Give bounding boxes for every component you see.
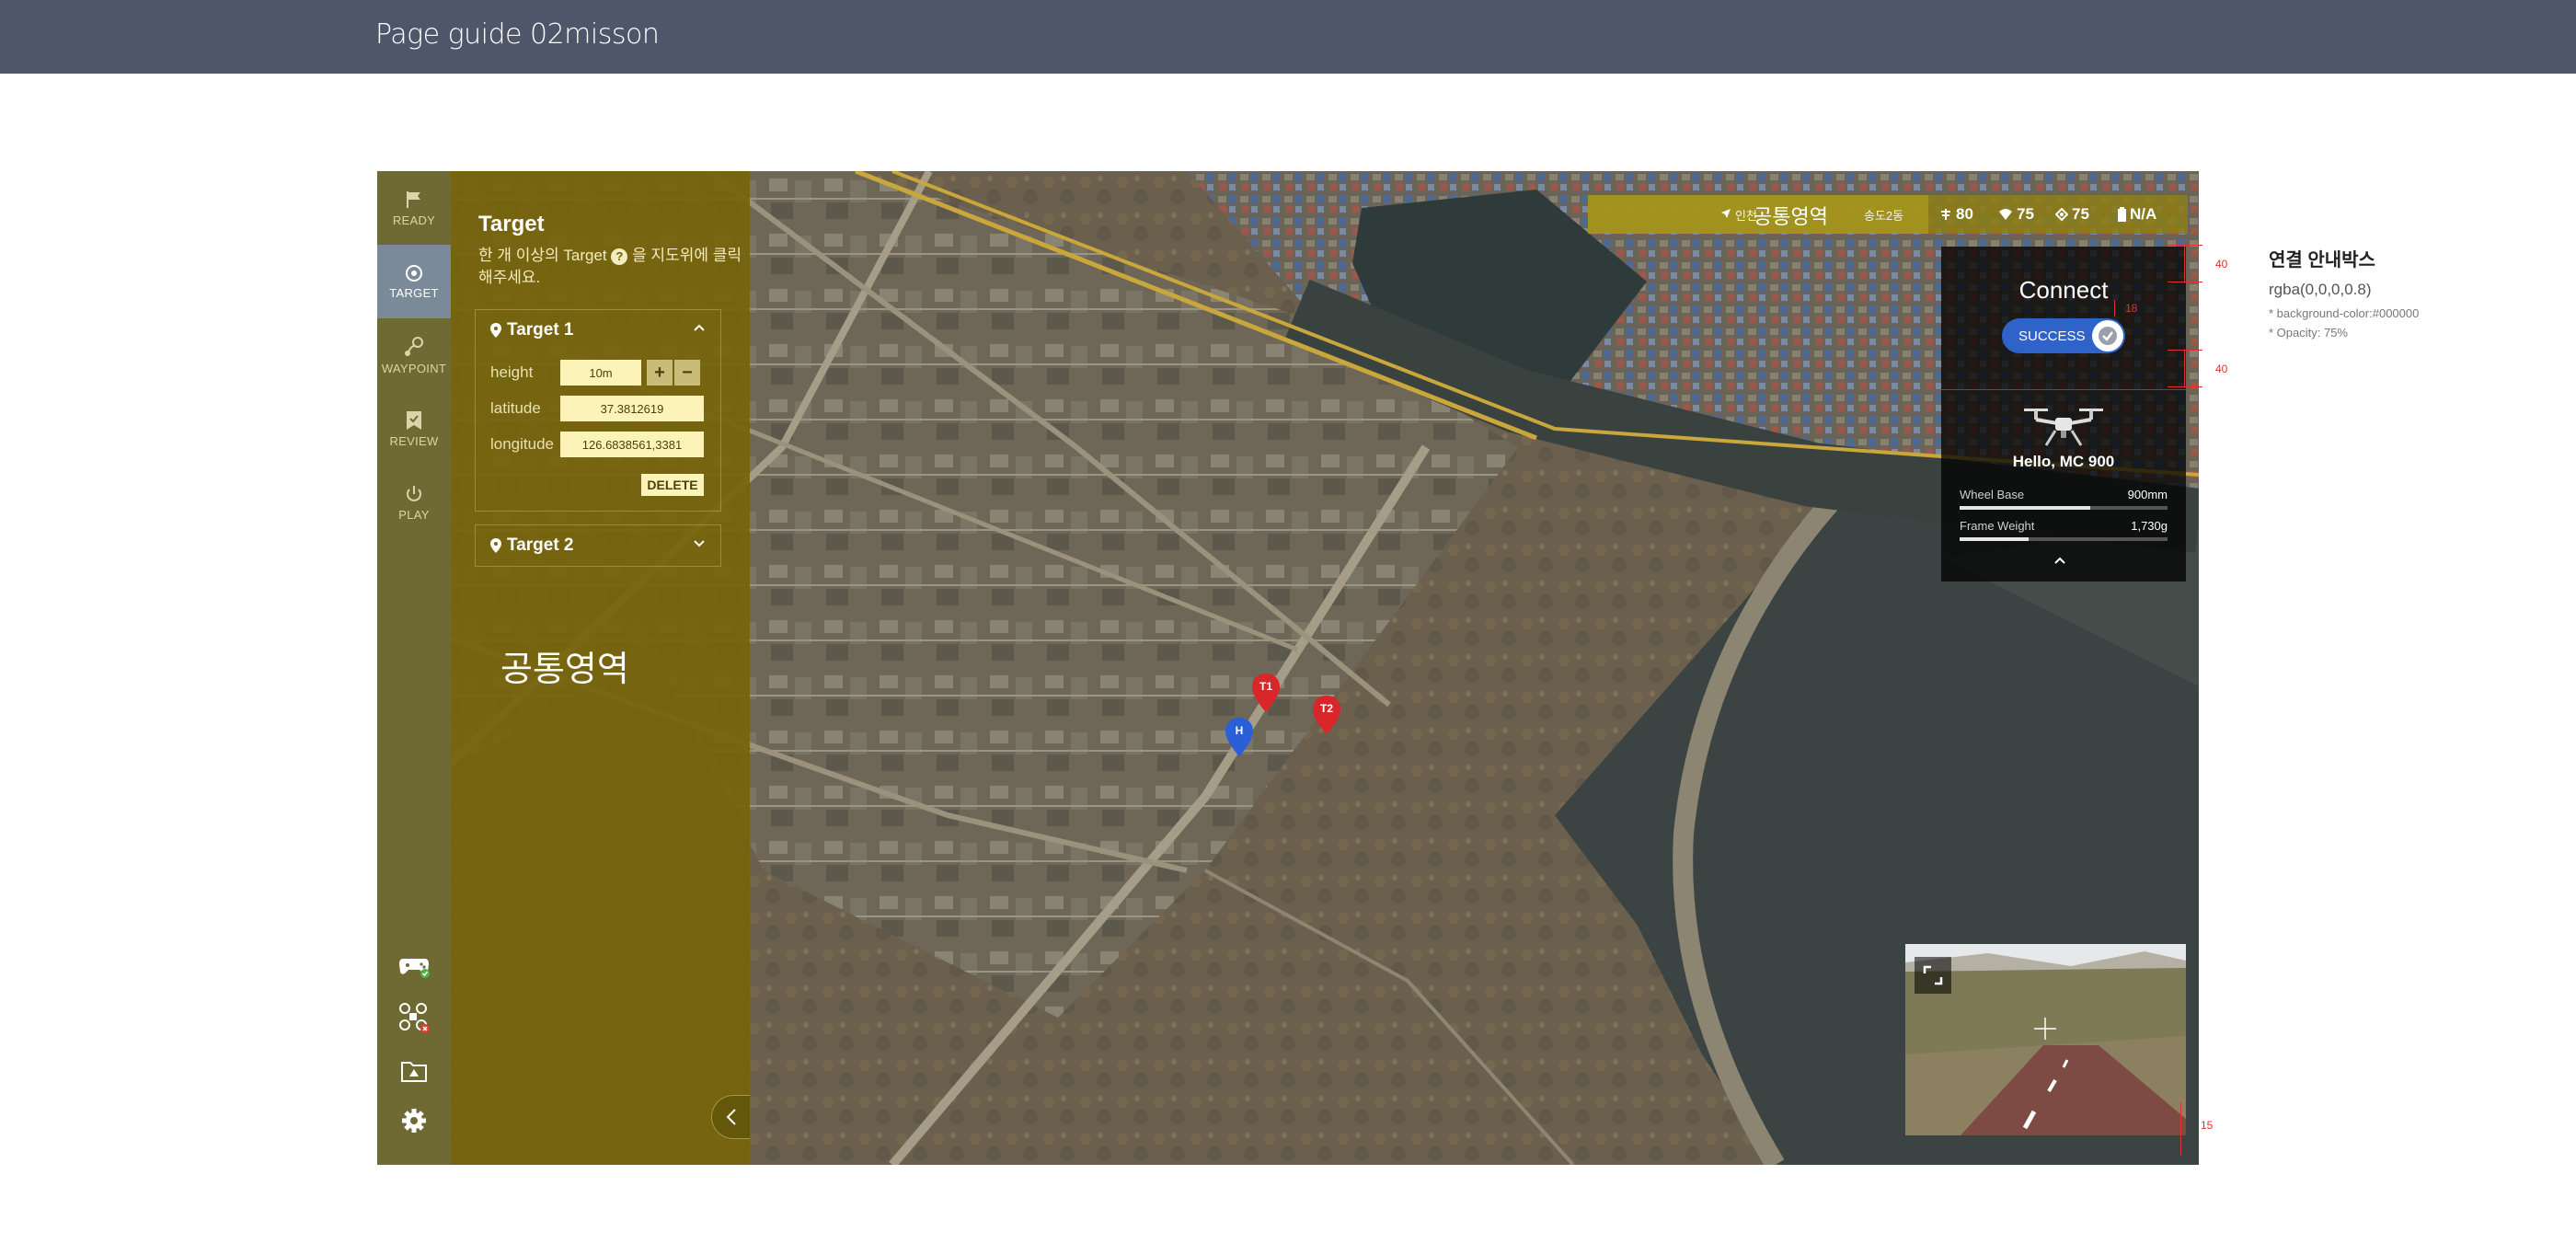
target-card-2: Target 2	[475, 524, 721, 567]
battery-status: N/A	[2118, 205, 2156, 224]
address-part-2: 송도2동	[1864, 209, 1904, 223]
power-icon	[407, 485, 421, 501]
page-title: Page guide 02misson	[375, 18, 660, 51]
battery-icon	[2118, 207, 2126, 222]
waypoint-icon	[405, 336, 423, 356]
camera-feed[interactable]	[1905, 944, 2186, 1135]
connect-box: Connect SUCCESS Hello, MC 900 Wheel Base…	[1941, 247, 2186, 581]
settings-button[interactable]	[396, 1102, 432, 1139]
frame-weight-bar	[1960, 537, 2168, 541]
pin-icon	[490, 538, 501, 553]
chevron-up-icon[interactable]	[2053, 556, 2066, 565]
target-icon	[406, 264, 422, 282]
dimension-label: 18	[2125, 302, 2138, 315]
dimension-line	[2168, 386, 2202, 387]
height-input[interactable]: 10m	[560, 360, 641, 386]
target-card-2-header[interactable]: Target 2	[476, 525, 720, 566]
pin-icon	[490, 323, 501, 338]
target-card-1: Target 1 height 10m + − latitude 37.3812…	[475, 309, 721, 512]
drone-greeting: Hello, MC 900	[2012, 453, 2115, 470]
gps-icon	[2055, 208, 2068, 221]
folder-upload-icon	[401, 1062, 427, 1082]
height-increase-button[interactable]: +	[647, 360, 673, 386]
dimension-line	[2184, 350, 2185, 386]
height-row: height 10m + −	[490, 360, 711, 386]
frame-weight-bar-fill	[1960, 537, 2029, 541]
dimension-label: 15	[2201, 1119, 2214, 1132]
rail-item-ready[interactable]: READY	[377, 171, 451, 245]
chevron-down-icon[interactable]	[693, 536, 706, 549]
latitude-row: latitude 37.3812619	[490, 396, 711, 421]
page-header: Page guide 02misson	[0, 0, 2576, 74]
location-arrow-icon	[1721, 209, 1731, 218]
wheel-base-bar	[1960, 506, 2168, 510]
delete-target-button[interactable]: DELETE	[641, 474, 704, 496]
wifi-signal: 75	[1998, 205, 2034, 224]
dimension-line	[2114, 300, 2115, 317]
dimension-label: 40	[2215, 363, 2228, 375]
rail-item-play[interactable]: PLAY	[377, 466, 451, 539]
connect-toggle[interactable]: SUCCESS	[2002, 318, 2125, 353]
chevron-up-icon[interactable]	[693, 321, 706, 334]
satellite-signal: 80	[1939, 205, 1973, 224]
target-card-1-header[interactable]: Target 1	[476, 310, 720, 351]
chevron-left-icon	[726, 1109, 736, 1125]
common-area-top-label: 공통영역	[1754, 206, 1828, 229]
dimension-label: 40	[2215, 258, 2228, 271]
panel-description: 한 개 이상의 Target ? 을 지도위에 클릭해주세요.	[478, 247, 742, 286]
connect-guide-annotation: 연결 안내박스 rgba(0,0,0,0.8) * background-col…	[2269, 250, 2420, 340]
longitude-input[interactable]: 126.6838561,3381	[560, 432, 704, 457]
drone-status-button[interactable]	[396, 999, 432, 1036]
rail-item-target[interactable]: TARGET	[377, 245, 451, 318]
status-bar: 인천 공통영역 송도2동 80 75 75 N/A	[1588, 195, 2188, 234]
wifi-icon	[1999, 209, 2012, 220]
panel-title: Target	[478, 212, 545, 236]
app-frame: T1 T2 H READY TARGET WAYPOINT REVIEW PLA…	[377, 171, 2199, 1165]
gps-signal: 75	[2055, 205, 2089, 224]
dimension-line	[2184, 245, 2185, 282]
latitude-input[interactable]: 37.3812619	[560, 396, 704, 421]
expand-video-button[interactable]	[1915, 957, 1951, 994]
gamepad-button[interactable]	[396, 948, 432, 984]
review-icon	[407, 410, 421, 430]
flag-icon	[407, 190, 420, 208]
wheel-base-bar-fill	[1960, 506, 2091, 510]
connect-title: Connect	[2018, 276, 2109, 304]
target-marker-t1[interactable]: T1	[1252, 674, 1280, 717]
satellite-icon	[1941, 209, 1950, 220]
gamepad-icon	[399, 959, 430, 978]
height-decrease-button[interactable]: −	[674, 360, 700, 386]
rail-item-review[interactable]: REVIEW	[377, 392, 451, 466]
collapse-panel-button[interactable]	[711, 1095, 750, 1139]
drone-error-icon	[399, 1003, 430, 1033]
rail-item-waypoint[interactable]: WAYPOINT	[377, 318, 451, 392]
connect-divider	[1941, 389, 2186, 390]
check-icon	[2092, 320, 2123, 351]
mode-rail: READY TARGET WAYPOINT REVIEW PLAY	[377, 171, 451, 1165]
dimension-line	[2168, 245, 2202, 246]
target-marker-t2[interactable]: T2	[1313, 696, 1340, 739]
dimension-line	[2180, 1102, 2181, 1156]
expand-icon	[1923, 965, 1943, 985]
gear-icon	[402, 1109, 426, 1133]
home-marker[interactable]: H	[1225, 718, 1253, 761]
help-icon[interactable]: ?	[611, 248, 628, 265]
drone-icon	[2024, 409, 2103, 446]
dimension-line	[2168, 350, 2202, 351]
common-area-label: 공통영역	[500, 649, 629, 689]
longitude-row: longitude 126.6838561,3381	[490, 432, 711, 457]
folder-upload-button[interactable]	[396, 1053, 432, 1089]
